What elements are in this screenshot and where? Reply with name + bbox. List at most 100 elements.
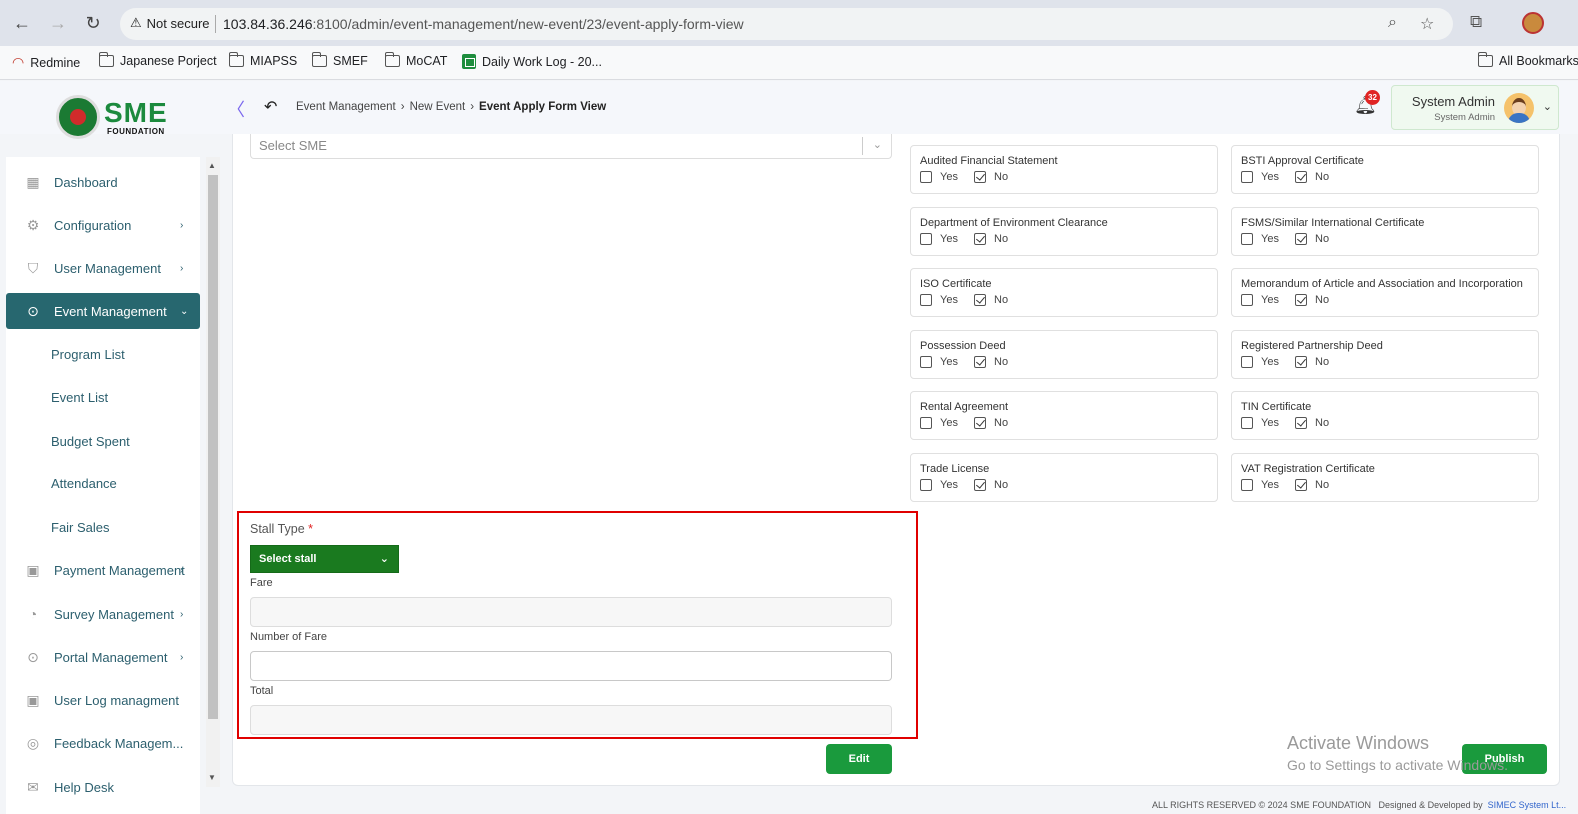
option-label: Yes [940, 417, 958, 429]
sidebar-item-user-log[interactable]: ▣ User Log managment [6, 682, 200, 718]
doc-option-no[interactable]: No [1295, 356, 1329, 368]
yes-checkbox[interactable] [920, 356, 932, 368]
bookmark-redmine[interactable]: ◠ Redmine [12, 54, 80, 71]
sidebar-sub-event-list[interactable]: Event List [51, 390, 108, 405]
bookmark-star-icon[interactable]: ☆ [1420, 14, 1434, 34]
sidebar-collapse-icon[interactable]: 〈 [227, 96, 245, 122]
sidebar-item-payment-management[interactable]: ▣ Payment Management › [6, 552, 200, 588]
doc-option-yes[interactable]: Yes [920, 417, 958, 429]
sidebar-item-user-management[interactable]: ⛉ User Management › [6, 250, 200, 286]
sme-foundation-logo[interactable]: SME FOUNDATION [56, 95, 168, 139]
address-bar[interactable]: ⚠ Not secure 103.84.36.246:8100/admin/ev… [120, 8, 1453, 40]
doc-option-no[interactable]: No [974, 294, 1008, 306]
reload-icon[interactable]: ↻ [81, 11, 105, 35]
yes-checkbox[interactable] [1241, 417, 1253, 429]
user-menu[interactable]: System Admin System Admin ⌄ [1391, 85, 1559, 130]
doc-option-no[interactable]: No [974, 356, 1008, 368]
breadcrumb-new-event[interactable]: New Event [410, 101, 466, 113]
sidebar-sub-program-list[interactable]: Program List [51, 347, 125, 362]
doc-option-yes[interactable]: Yes [1241, 356, 1279, 368]
no-checkbox[interactable] [1295, 233, 1307, 245]
doc-option-no[interactable]: No [974, 171, 1008, 183]
no-checkbox[interactable] [974, 294, 986, 306]
no-checkbox[interactable] [974, 171, 986, 183]
scroll-thumb[interactable] [208, 175, 218, 719]
doc-option-yes[interactable]: Yes [920, 479, 958, 491]
log-icon: ▣ [26, 692, 40, 708]
profile-avatar[interactable] [1522, 12, 1544, 34]
sidebar-item-help-desk[interactable]: ✉ Help Desk [6, 769, 200, 805]
doc-option-no[interactable]: No [1295, 417, 1329, 429]
doc-option-yes[interactable]: Yes [920, 233, 958, 245]
sidebar-scrollbar[interactable]: ▲ ▼ [206, 157, 220, 787]
bookmark-daily-work-log[interactable]: Daily Work Log - 20... [462, 54, 602, 69]
doc-option-no[interactable]: No [1295, 233, 1329, 245]
yes-checkbox[interactable] [1241, 479, 1253, 491]
edit-button[interactable]: Edit [826, 744, 892, 774]
doc-option-no[interactable]: No [1295, 171, 1329, 183]
no-checkbox[interactable] [1295, 171, 1307, 183]
doc-option-yes[interactable]: Yes [920, 294, 958, 306]
scroll-down-icon[interactable]: ▼ [208, 773, 216, 782]
yes-checkbox[interactable] [920, 417, 932, 429]
back-arrow-icon[interactable]: ← [10, 11, 34, 35]
doc-option-yes[interactable]: Yes [1241, 233, 1279, 245]
no-checkbox[interactable] [974, 479, 986, 491]
forward-arrow-icon[interactable]: → [46, 11, 70, 35]
no-checkbox[interactable] [1295, 294, 1307, 306]
stall-type-select[interactable]: Select stall ⌄ [250, 545, 399, 573]
yes-checkbox[interactable] [1241, 233, 1253, 245]
sidebar-item-survey-management[interactable]: ◔ Survey Management › [6, 596, 200, 632]
extensions-icon[interactable]: ⧉ [1470, 12, 1482, 32]
doc-option-no[interactable]: No [974, 417, 1008, 429]
bookmark-mocat[interactable]: MoCAT [384, 52, 447, 68]
sidebar-item-event-management[interactable]: ⊙ Event Management ⌄ [6, 293, 200, 329]
yes-checkbox[interactable] [920, 233, 932, 245]
yes-checkbox[interactable] [920, 479, 932, 491]
doc-option-no[interactable]: No [974, 479, 1008, 491]
bookmark-japanese-porject[interactable]: Japanese Porject [98, 52, 217, 68]
doc-option-yes[interactable]: Yes [1241, 479, 1279, 491]
footer-developer-link[interactable]: SIMEC System Lt... [1488, 800, 1567, 810]
sidebar-sub-budget-spent[interactable]: Budget Spent [51, 434, 130, 449]
yes-checkbox[interactable] [1241, 171, 1253, 183]
bookmark-smef[interactable]: SMEF [311, 52, 368, 68]
no-checkbox[interactable] [974, 417, 986, 429]
no-checkbox[interactable] [1295, 356, 1307, 368]
doc-option-yes[interactable]: Yes [1241, 294, 1279, 306]
scroll-up-icon[interactable]: ▲ [208, 161, 216, 170]
zoom-icon[interactable]: ⌕ [1388, 14, 1397, 32]
yes-checkbox[interactable] [1241, 356, 1253, 368]
select-sme-dropdown[interactable]: Select SME ⌄ [250, 134, 892, 159]
bookmark-miapss[interactable]: MIAPSS [228, 52, 297, 68]
undo-back-icon[interactable]: ↶ [264, 97, 277, 117]
no-checkbox[interactable] [1295, 479, 1307, 491]
no-checkbox[interactable] [974, 356, 986, 368]
doc-option-no[interactable]: No [1295, 479, 1329, 491]
sidebar-sub-fair-sales[interactable]: Fair Sales [51, 520, 110, 535]
yes-checkbox[interactable] [1241, 294, 1253, 306]
app-header: SME FOUNDATION 〈 ↶ Event Management › Ne… [0, 81, 1578, 139]
breadcrumb-event-management[interactable]: Event Management [296, 101, 396, 113]
all-bookmarks[interactable]: All Bookmarks [1477, 52, 1578, 68]
no-checkbox[interactable] [1295, 417, 1307, 429]
url-text[interactable]: 103.84.36.246:8100/admin/event-managemen… [223, 16, 744, 32]
security-indicator[interactable]: ⚠ Not secure [130, 15, 210, 31]
doc-option-no[interactable]: No [974, 233, 1008, 245]
sidebar-item-feedback-management[interactable]: ◎ Feedback Managem... [6, 725, 200, 761]
doc-option-yes[interactable]: Yes [1241, 171, 1279, 183]
sidebar-sub-attendance[interactable]: Attendance [51, 476, 117, 491]
doc-option-yes[interactable]: Yes [920, 356, 958, 368]
yes-checkbox[interactable] [920, 294, 932, 306]
number-of-fare-input[interactable] [250, 651, 892, 681]
sidebar-item-dashboard[interactable]: ▦ Dashboard [6, 164, 200, 200]
sidebar-item-portal-management[interactable]: ⊙ Portal Management › [6, 639, 200, 675]
doc-option-yes[interactable]: Yes [1241, 417, 1279, 429]
yes-checkbox[interactable] [920, 171, 932, 183]
doc-option-yes[interactable]: Yes [920, 171, 958, 183]
total-input[interactable] [250, 705, 892, 735]
fare-input[interactable] [250, 597, 892, 627]
no-checkbox[interactable] [974, 233, 986, 245]
doc-option-no[interactable]: No [1295, 294, 1329, 306]
sidebar-item-configuration[interactable]: ⚙ Configuration › [6, 207, 200, 243]
